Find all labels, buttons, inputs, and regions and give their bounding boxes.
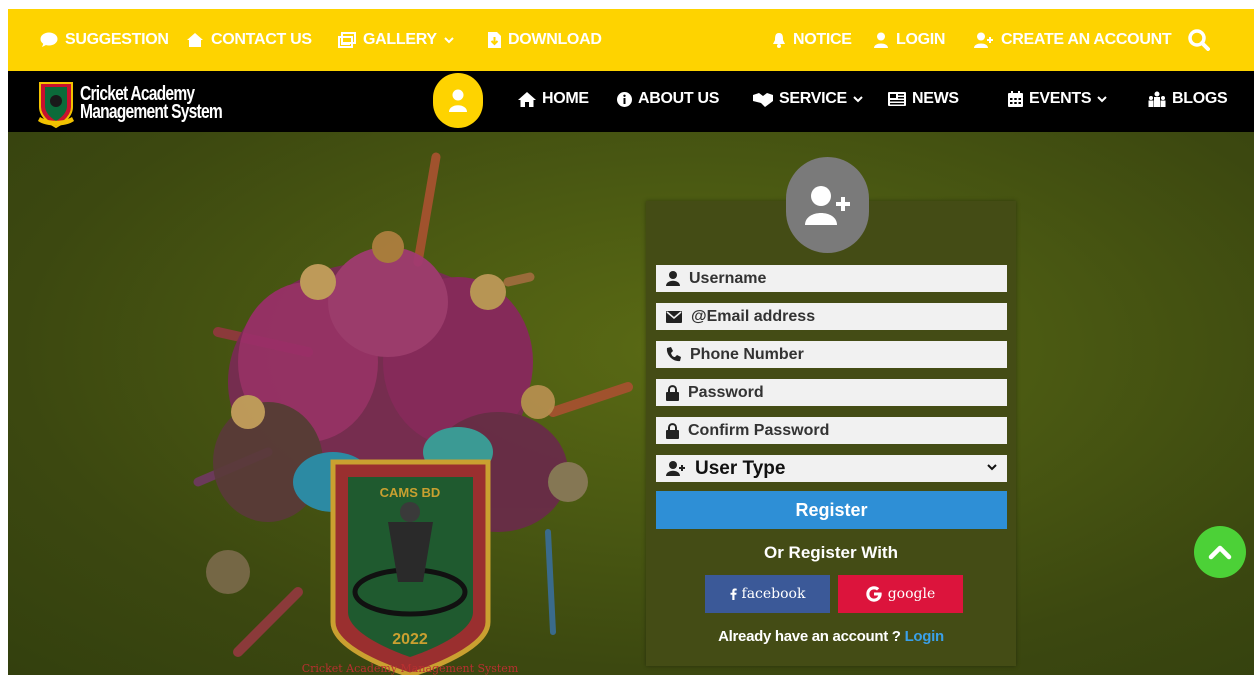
user-icon [666,271,680,286]
images-icon [338,32,356,48]
calendar-icon [1008,91,1023,107]
file-download-icon [488,32,501,48]
register-avatar [786,157,869,253]
nav-service-label: SERVICE [779,90,847,107]
phone-field[interactable]: Phone Number [656,341,1007,368]
create-account-label: CREATE AN ACCOUNT [1001,31,1172,48]
chevron-up-icon [1208,545,1232,560]
nav-about-us[interactable]: ABOUT US [617,90,719,108]
login-label: LOGIN [896,31,946,48]
already-have-account-text: Already have an account ? [718,628,901,645]
chevron-down-icon [1097,96,1107,103]
logo-line-2: Management System [80,101,223,123]
comment-icon [40,32,58,47]
bell-icon [773,33,785,48]
username-placeholder: Username [689,269,767,287]
download-label: DOWNLOAD [508,31,602,48]
download-link[interactable]: DOWNLOAD [488,31,602,49]
user-plus-icon [804,186,850,225]
gallery-label: GALLERY [363,31,437,48]
cricket-collage-illustration: CAMS BD 2022 Cricket Academy Management … [193,152,633,675]
register-button[interactable]: Register [656,491,1007,529]
gallery-dropdown[interactable]: GALLERY [338,31,454,49]
info-circle-icon [617,91,632,107]
chevron-down-icon [444,37,454,44]
user-type-select[interactable]: User Type [656,455,1007,482]
contact-us-label: CONTACT US [211,31,312,48]
nav-home-label: HOME [542,90,589,107]
login-link[interactable]: LOGIN [873,31,945,49]
lock-icon [666,422,679,439]
suggestion-link[interactable]: SUGGESTION [40,31,169,49]
phone-icon [666,347,681,362]
phone-placeholder: Phone Number [690,345,804,363]
hero-section: CAMS BD 2022 Cricket Academy Management … [8,132,1254,675]
badge-ring-text: Cricket Academy Management System [302,662,519,675]
user-plus-icon [666,461,685,476]
badge-year: 2022 [392,631,428,648]
badge-title: CAMS BD [380,485,441,500]
blog-users-icon [1148,91,1166,107]
user-type-value: User Type [695,457,786,479]
nav-blogs[interactable]: BLOGS [1148,90,1228,108]
home-icon [518,91,536,107]
nav-about-label: ABOUT US [638,90,720,107]
lock-icon [666,384,679,401]
email-placeholder: @Email address [691,307,816,325]
home-icon [187,33,203,47]
user-profile-button[interactable] [433,73,483,128]
logo-text: Cricket Academy Management System [80,84,223,123]
nav-events-dropdown[interactable]: EVENTS [1008,90,1107,108]
site-logo[interactable]: Cricket Academy Management System [36,77,262,129]
facebook-icon [730,588,737,600]
password-placeholder: Password [688,383,764,401]
notice-link[interactable]: NOTICE [772,31,852,49]
login-link[interactable]: Login [905,628,945,645]
nav-events-label: EVENTS [1029,90,1092,107]
newspaper-icon [888,92,906,106]
chevron-down-icon [853,96,863,103]
search-button[interactable] [1188,29,1210,51]
suggestion-label: SUGGESTION [65,31,169,48]
nav-home[interactable]: HOME [518,90,589,108]
email-field[interactable]: @Email address [656,303,1007,330]
google-icon [866,586,882,602]
chevron-down-icon [987,464,997,471]
user-plus-icon [974,32,993,48]
user-icon [874,32,888,48]
nav-news[interactable]: NEWS [888,90,959,108]
facebook-label: facebook [741,586,806,602]
academy-emblem-icon [38,82,74,129]
nav-service-dropdown[interactable]: SERVICE [753,90,863,108]
search-icon [1188,29,1210,51]
envelope-icon [666,310,682,323]
scroll-to-top-button[interactable] [1194,526,1246,578]
confirm-password-placeholder: Confirm Password [688,421,830,439]
username-field[interactable]: Username [656,265,1007,292]
password-field[interactable]: Password [656,379,1007,406]
user-icon [449,89,467,112]
top-bar: SUGGESTION CONTACT US GALLERY DOWNLOAD N… [8,9,1254,71]
confirm-password-field[interactable]: Confirm Password [656,417,1007,444]
contact-us-link[interactable]: CONTACT US [186,31,312,49]
notice-label: NOTICE [793,31,852,48]
google-label: google [887,586,936,602]
or-register-with-text: Or Register With [764,543,898,562]
nav-news-label: NEWS [912,90,959,107]
create-account-link[interactable]: CREATE AN ACCOUNT [974,31,1172,49]
handshake-icon [753,92,773,107]
google-register-button[interactable]: google [838,575,963,613]
main-nav: Cricket Academy Management System HOME A… [8,71,1254,132]
nav-blogs-label: BLOGS [1172,90,1228,107]
facebook-register-button[interactable]: facebook [705,575,830,613]
already-have-account: Already have an account ? Login [646,628,1016,645]
